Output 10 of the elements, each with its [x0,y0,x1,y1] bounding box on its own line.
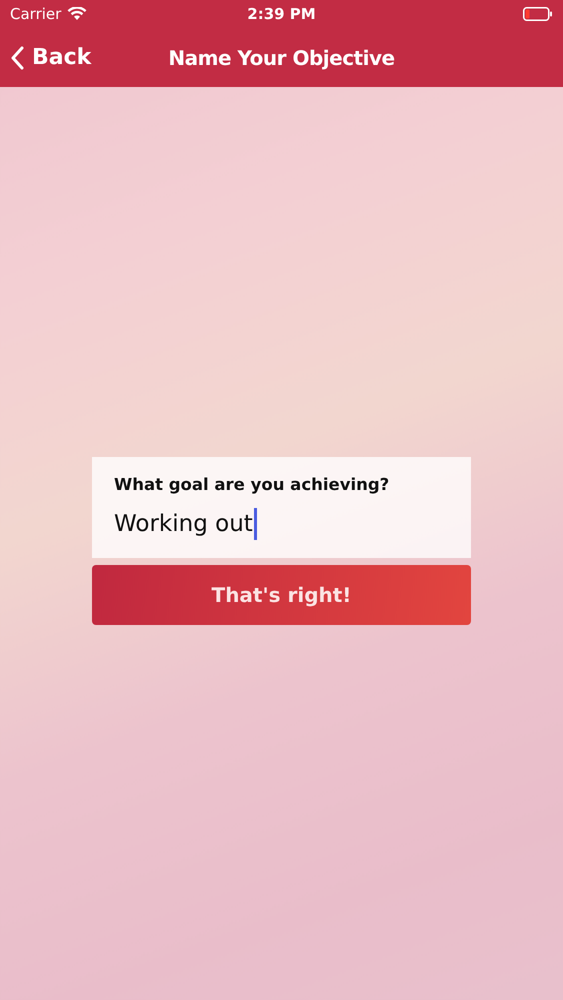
carrier-name: Carrier [10,5,62,23]
confirm-button[interactable]: That's right! [92,565,471,625]
answer-field[interactable]: Working out [114,508,257,540]
battery-icon [522,7,553,21]
screen-title: Name Your Objective [168,46,395,70]
wifi-icon [67,7,88,21]
status-time: 2:39 PM [247,5,316,23]
question-label: What goal are you achieving? [114,475,390,494]
chevron-icon [10,46,24,70]
back-button[interactable]: Back [0,36,102,80]
